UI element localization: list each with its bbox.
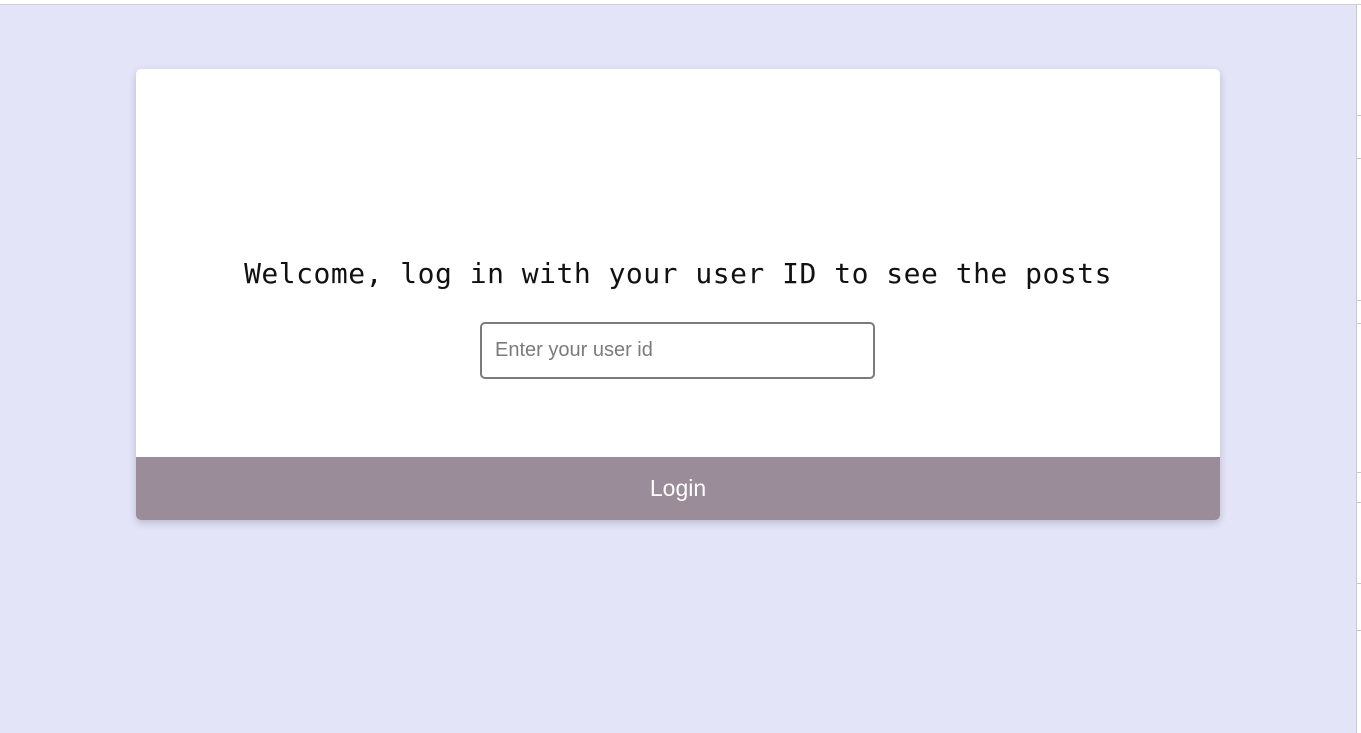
edge-tick bbox=[1357, 300, 1361, 301]
edge-tick bbox=[1357, 502, 1361, 503]
edge-tick bbox=[1357, 630, 1361, 631]
login-button[interactable]: Login bbox=[136, 457, 1220, 520]
login-card: Welcome, log in with your user ID to see… bbox=[136, 69, 1220, 520]
edge-tick bbox=[1357, 158, 1361, 159]
edge-tick bbox=[1357, 115, 1361, 116]
edge-tick bbox=[1357, 472, 1361, 473]
page-background: Welcome, log in with your user ID to see… bbox=[0, 5, 1356, 733]
welcome-heading: Welcome, log in with your user ID to see… bbox=[244, 257, 1112, 290]
edge-tick bbox=[1357, 583, 1361, 584]
scrollbar-edge bbox=[1356, 5, 1361, 733]
edge-tick bbox=[1357, 323, 1361, 324]
user-id-input[interactable] bbox=[480, 322, 875, 379]
